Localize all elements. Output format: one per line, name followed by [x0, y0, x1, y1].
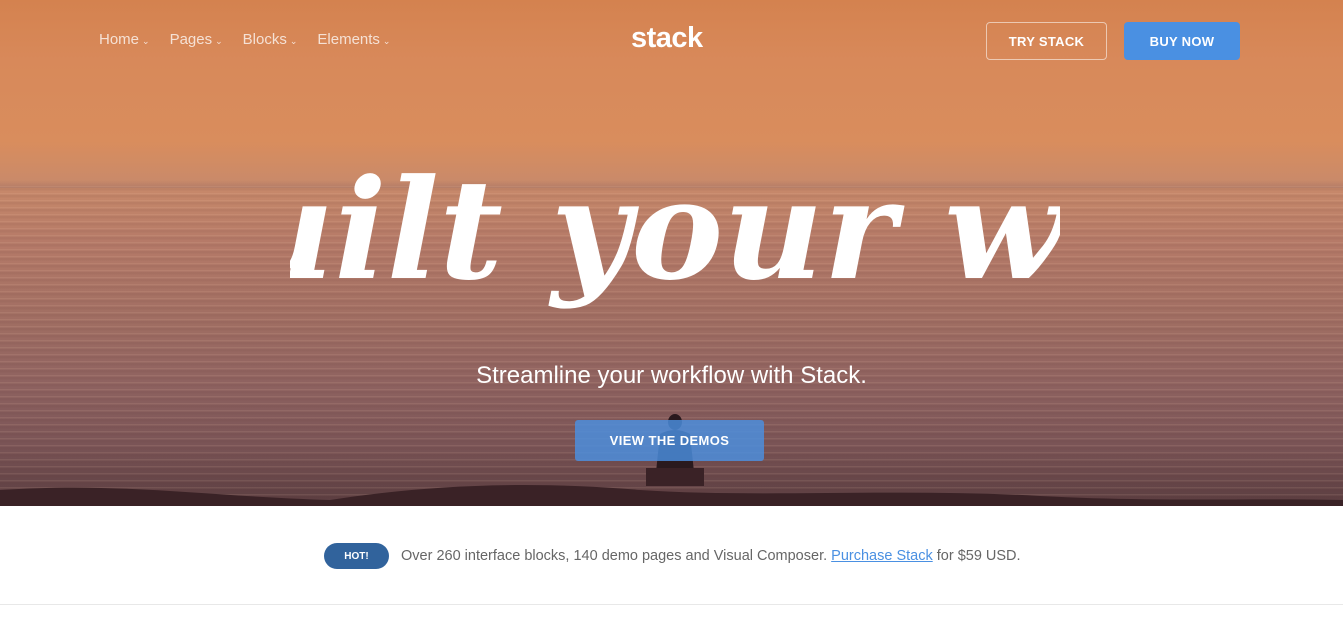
nav-item-pages[interactable]: Pages ⌄: [170, 31, 223, 48]
hero-headline: Built your way: [290, 148, 1060, 311]
buy-now-button[interactable]: BUY NOW: [1124, 22, 1240, 60]
main-nav: Home ⌄ Pages ⌄ Blocks ⌄ Elements ⌄: [99, 31, 390, 48]
nav-item-label: Blocks: [242, 31, 287, 48]
notice-text-after: for $59 USD.: [932, 548, 1021, 564]
promo-notice: HOT! Over 260 interface blocks, 140 demo…: [324, 543, 1021, 569]
nav-item-home[interactable]: Home ⌄: [99, 31, 150, 48]
purchase-stack-link[interactable]: Purchase Stack: [831, 548, 933, 564]
brand-logo[interactable]: stack: [631, 22, 703, 55]
notice-text: Over 260 interface blocks, 140 demo page…: [401, 548, 1021, 564]
hot-badge: HOT!: [324, 543, 389, 569]
nav-item-label: Pages: [169, 31, 213, 48]
try-stack-button[interactable]: TRY STACK: [986, 22, 1107, 60]
chevron-down-icon: ⌄: [215, 35, 223, 46]
hero-subtitle: Streamline your workflow with Stack.: [476, 362, 867, 389]
view-demos-button[interactable]: VIEW THE DEMOS: [575, 420, 764, 461]
hero-headline-text: Built your way: [290, 148, 1060, 311]
hero-section: Home ⌄ Pages ⌄ Blocks ⌄ Elements ⌄ stack…: [0, 0, 1343, 506]
nav-item-blocks[interactable]: Blocks ⌄: [243, 31, 298, 48]
chevron-down-icon: ⌄: [289, 35, 298, 46]
section-divider: [0, 604, 1343, 605]
chevron-down-icon: ⌄: [142, 35, 150, 46]
nav-item-label: Home: [99, 31, 140, 48]
nav-item-label: Elements: [317, 31, 380, 48]
chevron-down-icon: ⌄: [382, 35, 391, 46]
notice-text-before: Over 260 interface blocks, 140 demo page…: [401, 548, 832, 564]
nav-item-elements[interactable]: Elements ⌄: [317, 31, 390, 48]
